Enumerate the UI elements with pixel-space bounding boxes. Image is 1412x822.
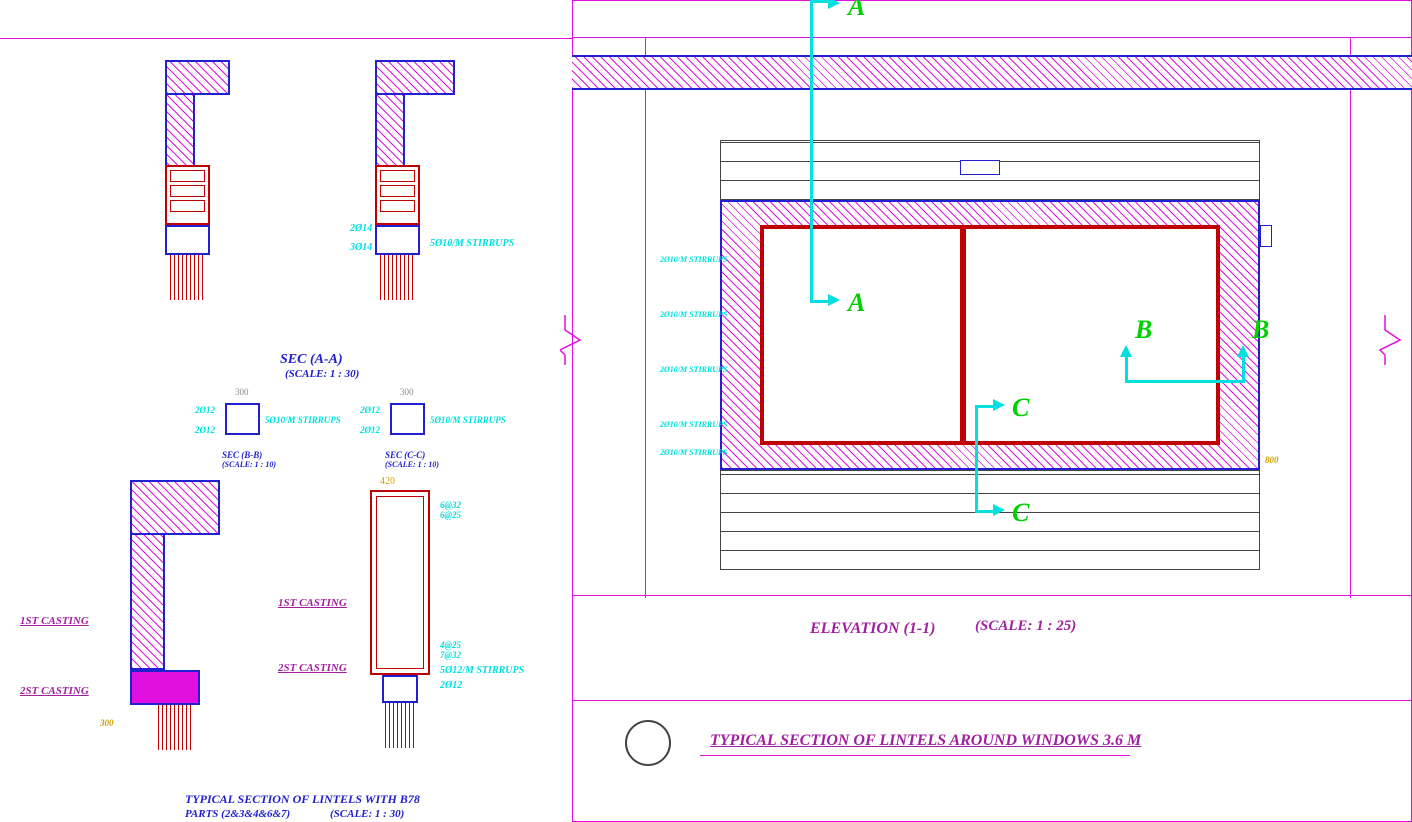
rebar-label: 2Ø12 — [195, 405, 215, 415]
main-title: TYPICAL SECTION OF LINTELS AROUND WINDOW… — [710, 732, 1141, 750]
lintels-b78-title: TYPICAL SECTION OF LINTELS WITH B78 — [185, 792, 420, 807]
section-label-a: A — [848, 0, 865, 22]
arrow-icon — [993, 399, 1005, 411]
rebar-label: 2Ø14 — [350, 223, 372, 234]
break-right-icon — [1375, 315, 1405, 365]
rebar-label: 5Ø10/M STIRRUPS — [430, 238, 514, 249]
arrow-icon — [1120, 345, 1132, 357]
stirrup-label: 2Ø10/M STIRRUPS — [660, 448, 727, 457]
sec-bb-title: SEC (B-B) — [222, 450, 262, 460]
arrow-icon — [828, 0, 840, 9]
sec-cc-scale: (SCALE: 1 : 10) — [385, 460, 439, 469]
section-line-b — [1125, 355, 1128, 383]
dim-label: 300 — [100, 718, 114, 728]
grid — [572, 700, 1412, 701]
top-slab — [572, 55, 1412, 90]
casting-right: 420 — [370, 480, 490, 760]
sec-aa-title: SEC (A-A) — [280, 352, 343, 368]
section-line-c — [975, 405, 978, 513]
title-underline — [700, 755, 1130, 756]
dim-label: 800 — [1265, 455, 1279, 465]
sec-bb-scale: (SCALE: 1 : 10) — [222, 460, 276, 469]
stirrup-label: 2Ø10/M STIRRUPS — [660, 310, 727, 319]
section-label-b: B — [1252, 315, 1269, 345]
casting-label: 2ST CASTING — [20, 685, 89, 697]
sec-aa-left — [130, 60, 230, 320]
rebar-label: 2Ø12 — [360, 425, 380, 435]
rebar-label: 4@25 — [440, 640, 461, 650]
rebar-label: 2Ø12 — [195, 425, 215, 435]
break-left-icon — [560, 315, 590, 365]
crop-line-left — [0, 38, 572, 39]
section-line-a — [810, 0, 830, 3]
outer-frame — [572, 0, 1412, 38]
sec-aa-right — [290, 60, 470, 320]
title-bullet-icon — [625, 720, 671, 766]
rebar-label: 5Ø10/M STIRRUPS — [265, 415, 341, 425]
brick-bottom — [720, 470, 1260, 570]
elevation-scale: (SCALE: 1 : 25) — [975, 618, 1076, 635]
stirrup-label: 2Ø10/M STIRRUPS — [660, 365, 727, 374]
grid — [645, 38, 646, 598]
section-label-c: C — [1012, 393, 1029, 423]
casting-label: 1ST CASTING — [20, 615, 89, 627]
section-label-a: A — [848, 288, 865, 318]
side-box — [1260, 225, 1272, 247]
arrow-icon — [993, 504, 1005, 516]
rebar-label: 5Ø10/M STIRRUPS — [430, 415, 506, 425]
rebar-label: 2Ø12 — [360, 405, 380, 415]
stirrup-label: 2Ø10/M STIRRUPS — [660, 255, 727, 264]
stirrup-label: 2Ø10/M STIRRUPS — [660, 420, 727, 429]
rebar-label: 5Ø12/M STIRRUPS — [440, 665, 524, 676]
sec-aa-scale: (SCALE: 1 : 30) — [285, 368, 359, 380]
section-line-c — [975, 510, 995, 513]
sec-cc-title: SEC (C-C) — [385, 450, 425, 460]
section-line-a — [810, 0, 813, 300]
casting-left — [100, 480, 220, 760]
arrow-icon — [1237, 345, 1249, 357]
casting-label: 1ST CASTING — [278, 597, 347, 609]
arrow-icon — [828, 294, 840, 306]
section-label-c: C — [1012, 498, 1029, 528]
casting-label: 2ST CASTING — [278, 662, 347, 674]
lintels-b78-scale: (SCALE: 1 : 30) — [330, 808, 404, 820]
rebar-label: 3Ø14 — [350, 242, 372, 253]
rebar-label: 6@32 — [440, 500, 461, 510]
section-line-b — [1242, 355, 1245, 383]
window-mullion — [960, 225, 966, 445]
section-label-b: B — [1135, 315, 1152, 345]
rebar-label: 7@32 — [440, 650, 461, 660]
grid — [572, 595, 1412, 596]
section-line-c — [975, 405, 995, 408]
grid — [1350, 38, 1351, 598]
lintels-b78-parts: PARTS (2&3&4&6&7) — [185, 808, 290, 820]
section-line-b — [1125, 380, 1245, 383]
section-line-a — [810, 300, 830, 303]
rebar-label: 6@25 — [440, 510, 461, 520]
rebar-label: 2Ø12 — [440, 680, 462, 691]
inset-box — [960, 160, 1000, 175]
elevation-title: ELEVATION (1-1) — [810, 620, 935, 638]
